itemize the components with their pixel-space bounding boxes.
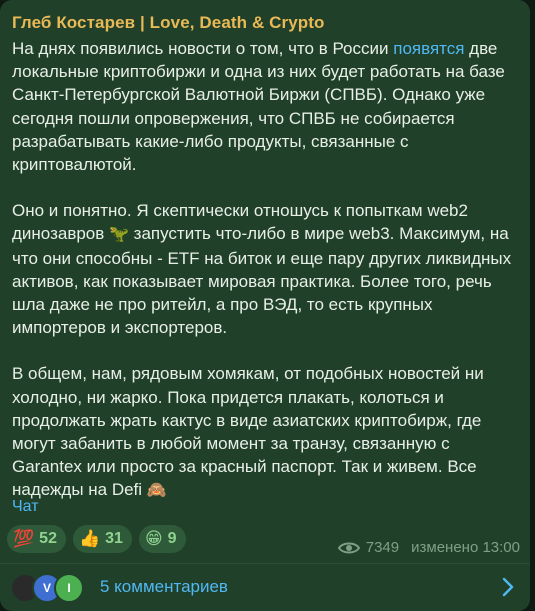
chat-link[interactable]: Чат	[12, 498, 39, 516]
dinosaur-emoji: 🦖	[109, 226, 129, 244]
chevron-right-icon	[502, 577, 514, 597]
avatar: I	[54, 573, 84, 603]
paragraph-1: На днях появились новости о том, что в Р…	[12, 37, 518, 176]
comments-button[interactable]: V I 5 комментариев	[0, 564, 530, 611]
view-count: 7349	[365, 539, 400, 556]
reactions-bar: 💯 52 👍 31 😁 9	[7, 525, 186, 553]
reaction-grin[interactable]: 😁 9	[138, 525, 186, 553]
see-no-evil-emoji: 🙈	[146, 482, 167, 500]
hundred-emoji: 💯	[13, 529, 35, 548]
reaction-count: 9	[167, 530, 177, 547]
comments-count-label: 5 комментариев	[100, 577, 228, 596]
sender-name[interactable]: Глеб Костарев | Love, Death & Crypto	[12, 13, 325, 33]
grin-emoji: 😁	[144, 529, 163, 548]
reaction-thumbs-up[interactable]: 👍 31	[72, 525, 132, 553]
p1-text-a: На днях появились новости о том, что в Р…	[12, 39, 394, 58]
paragraph-3: В общем, нам, рядовым хомякам, от подобн…	[12, 362, 518, 502]
message-text: На днях появились новости о том, что в Р…	[12, 37, 518, 503]
message-meta: 7349 изменено 13:00	[337, 539, 520, 556]
reaction-hundred[interactable]: 💯 52	[7, 525, 66, 553]
eye-icon	[337, 542, 360, 553]
p1-text-b: две локальные криптобиржи и одна из них …	[12, 39, 505, 175]
reaction-count: 31	[105, 530, 123, 547]
hyperlink-appear[interactable]: появятся	[393, 39, 464, 58]
thumbs-up-emoji: 👍	[78, 529, 101, 548]
message-bubble: Глеб Костарев | Love, Death & Crypto На …	[0, 0, 530, 611]
p3-text-a: В общем, нам, рядовым хомякам, от подобн…	[12, 364, 484, 500]
edited-timestamp: изменено 13:00	[411, 539, 520, 556]
reaction-count: 52	[39, 530, 57, 547]
paragraph-2: Оно и понятно. Я скептически отношусь к …	[12, 199, 518, 339]
